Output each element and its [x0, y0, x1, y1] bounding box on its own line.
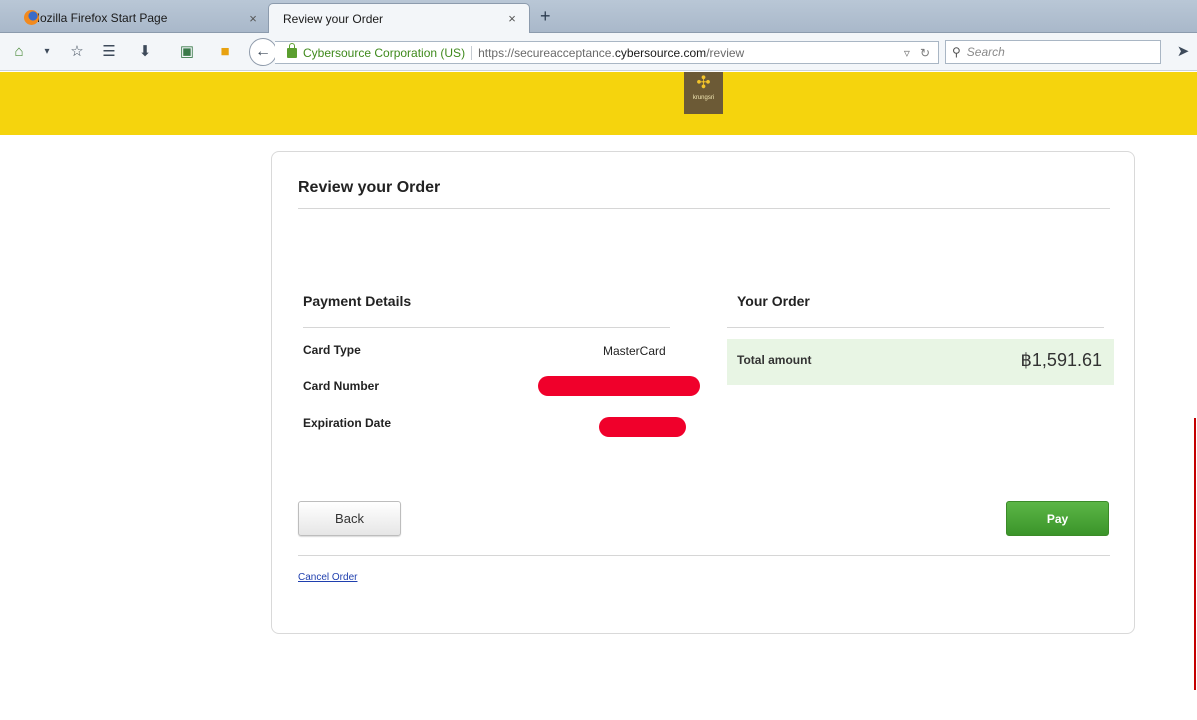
home-icon[interactable]: ⌂ — [10, 43, 28, 61]
review-order-card: Review your Order Payment Details Card T… — [271, 151, 1135, 634]
new-tab-button[interactable]: + — [540, 6, 551, 27]
chevron-down-icon[interactable]: ▾ — [38, 43, 56, 61]
address-bar[interactable]: Cybersource Corporation (US) https://sec… — [275, 41, 939, 64]
tab-firefox-start[interactable]: Mozilla Firefox Start Page × — [6, 3, 270, 33]
download-icon[interactable]: ⬇ — [136, 43, 154, 61]
site-identity[interactable]: Cybersource Corporation (US) — [303, 45, 473, 60]
close-icon[interactable]: × — [505, 11, 519, 26]
url-path: /review — [706, 45, 745, 60]
lock-icon — [287, 42, 297, 58]
url-domain: cybersource.com — [614, 45, 707, 60]
send-icon[interactable]: ➤ — [1174, 43, 1192, 61]
back-button[interactable]: Back — [298, 501, 401, 536]
logo-emblem-icon: ✣ — [696, 73, 711, 92]
card-type-value: MasterCard — [603, 344, 666, 358]
cancel-order-link[interactable]: Cancel Order — [298, 572, 357, 583]
url-prefix: https://secureacceptance. — [478, 45, 615, 60]
redaction-mark — [599, 417, 686, 437]
card-number-label: Card Number — [303, 379, 380, 393]
bookmarks-menu-icon[interactable]: ☰ — [100, 43, 118, 61]
total-amount-box: Total amount ฿1,591.61 — [727, 339, 1114, 385]
divider — [298, 208, 1110, 209]
payment-details-heading: Payment Details — [303, 293, 412, 309]
screenshot-icon[interactable]: ▣ — [178, 43, 196, 61]
reload-icon[interactable]: ↻ — [920, 46, 930, 60]
page-title: Review your Order — [298, 179, 441, 196]
tab-strip: Mozilla Firefox Start Page × Review your… — [0, 0, 1197, 33]
firefox-icon — [24, 10, 39, 25]
expiration-date-label: Expiration Date — [303, 416, 392, 430]
logo-text: krungsri — [692, 95, 715, 101]
total-amount-label: Total amount — [737, 353, 812, 367]
search-input[interactable]: ⚲ Search — [945, 40, 1161, 64]
brand-banner: ✣ krungsri — [0, 72, 1197, 135]
url-text[interactable]: https://secureacceptance.cybersource.com… — [472, 46, 904, 60]
edge-mark — [1194, 418, 1196, 690]
close-icon[interactable]: × — [246, 11, 260, 26]
pocket-icon[interactable]: ■ — [216, 43, 234, 61]
tab-title: Mozilla Firefox Start Page — [30, 11, 168, 25]
divider — [727, 327, 1104, 328]
search-icon: ⚲ — [952, 45, 961, 59]
back-button[interactable]: ← — [249, 38, 277, 66]
bookmark-star-icon[interactable]: ☆ — [68, 43, 86, 61]
your-order-heading: Your Order — [737, 293, 810, 309]
divider — [298, 555, 1110, 556]
redaction-mark — [538, 376, 700, 396]
dropdown-arrow-icon[interactable]: ▿ — [904, 46, 910, 60]
card-type-label: Card Type — [303, 343, 361, 357]
krungsri-logo: ✣ krungsri — [684, 72, 723, 114]
total-amount-value: ฿1,591.61 — [1020, 350, 1102, 370]
tab-title: Review your Order — [283, 11, 384, 26]
divider — [303, 327, 670, 328]
navigation-toolbar: ⌂ ▾ ☆ ☰ ⬇ ▣ ■ ← Cybersource Corporation … — [0, 33, 1197, 71]
pay-button[interactable]: Pay — [1006, 501, 1109, 536]
search-placeholder: Search — [966, 45, 1005, 59]
tab-review-order[interactable]: Review your Order × — [268, 3, 530, 33]
